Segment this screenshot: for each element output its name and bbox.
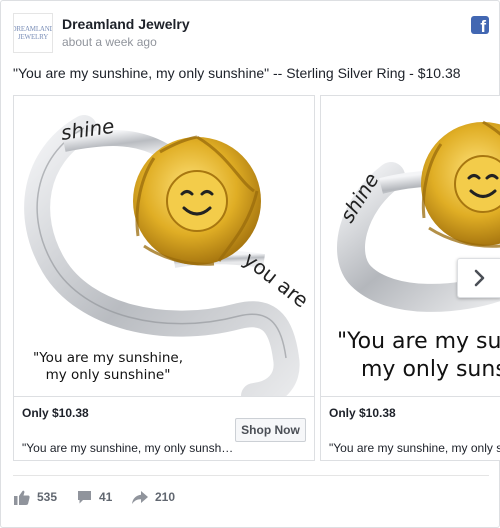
- product-image[interactable]: shine you are "You are my sunshine, my o…: [14, 96, 314, 396]
- carousel-card[interactable]: shine you are "You are my sunshine, my o…: [13, 95, 315, 461]
- quote-line: my only sunshine": [361, 357, 500, 382]
- avatar-logo-text: DREAMLAND JEWELRY: [13, 25, 53, 41]
- quote-line: my only sunshine": [45, 367, 171, 383]
- post-timestamp[interactable]: about a week ago: [62, 35, 157, 49]
- comments-count[interactable]: 41: [77, 487, 112, 507]
- likes-count-text: 535: [37, 490, 58, 504]
- card-price: Only $10.38: [22, 406, 89, 420]
- chevron-right-icon: [474, 269, 484, 287]
- image-quote: "You are my sunshine, my only sunshine": [18, 350, 198, 384]
- card-footer: Only $10.38 "You are my sunshine, my onl…: [321, 396, 500, 460]
- facebook-post: DREAMLAND JEWELRY Dreamland Jewelry abou…: [0, 0, 500, 528]
- shop-now-button[interactable]: Shop Now: [235, 418, 306, 442]
- comments-count-text: 41: [99, 490, 113, 504]
- product-image[interactable]: shine "You are my sunshine, my only suns…: [321, 96, 500, 396]
- shares-count-text: 210: [155, 490, 176, 504]
- thumbs-up-icon: [14, 490, 30, 505]
- engagement-stats: 535 41 210: [13, 487, 489, 507]
- comment-icon: [78, 491, 91, 504]
- card-description: "You are my sunshine, my only sunshine": [329, 441, 500, 455]
- post-caption: "You are my sunshine, my only sunshine" …: [13, 65, 461, 81]
- quote-line: "You are my sunshine,: [337, 329, 500, 354]
- card-description: "You are my sunshine, my only sunshine": [22, 441, 234, 455]
- product-carousel: shine you are "You are my sunshine, my o…: [13, 95, 500, 463]
- page-name-link[interactable]: Dreamland Jewelry: [62, 16, 190, 32]
- facebook-icon: f: [471, 16, 489, 34]
- likes-count[interactable]: 535: [14, 487, 57, 507]
- image-quote: "You are my sunshine, my only sunshine": [337, 328, 500, 384]
- shares-count[interactable]: 210: [132, 487, 175, 507]
- post-header: DREAMLAND JEWELRY Dreamland Jewelry abou…: [13, 13, 489, 53]
- card-price: Only $10.38: [329, 406, 396, 420]
- card-footer: Only $10.38 "You are my sunshine, my onl…: [14, 396, 314, 460]
- page-avatar[interactable]: DREAMLAND JEWELRY: [13, 13, 53, 53]
- carousel-next-button[interactable]: [457, 258, 500, 298]
- share-icon: [132, 490, 148, 504]
- divider: [13, 475, 489, 476]
- quote-line: "You are my sunshine,: [33, 350, 183, 366]
